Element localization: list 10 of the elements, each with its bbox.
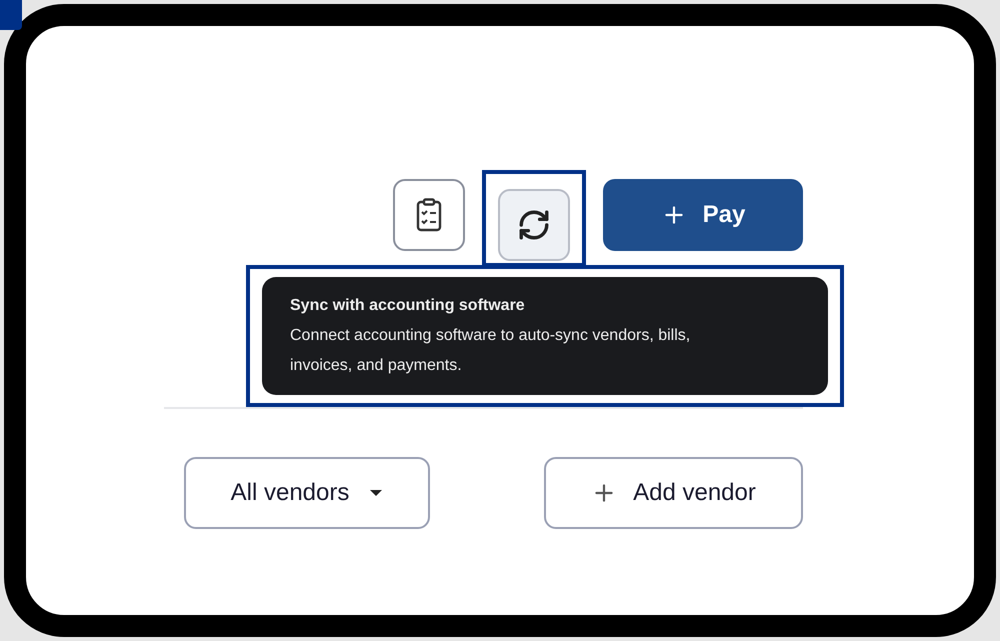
- checklist-button[interactable]: [393, 179, 465, 251]
- tooltip-title: Sync with accounting software: [290, 296, 526, 316]
- sync-icon: [517, 208, 551, 242]
- vendor-filter-dropdown[interactable]: All vendors: [184, 457, 430, 529]
- clipboard-checklist-icon: [416, 198, 442, 232]
- add-vendor-button[interactable]: Add vendor: [544, 457, 803, 529]
- tooltip-text: Connect accounting software to auto-sync vendors, bills, invoices, and payments.: [290, 326, 692, 376]
- caret-icon: [369, 489, 384, 497]
- sync-button[interactable]: [498, 189, 570, 261]
- pay-button[interactable]: Pay: [603, 179, 803, 251]
